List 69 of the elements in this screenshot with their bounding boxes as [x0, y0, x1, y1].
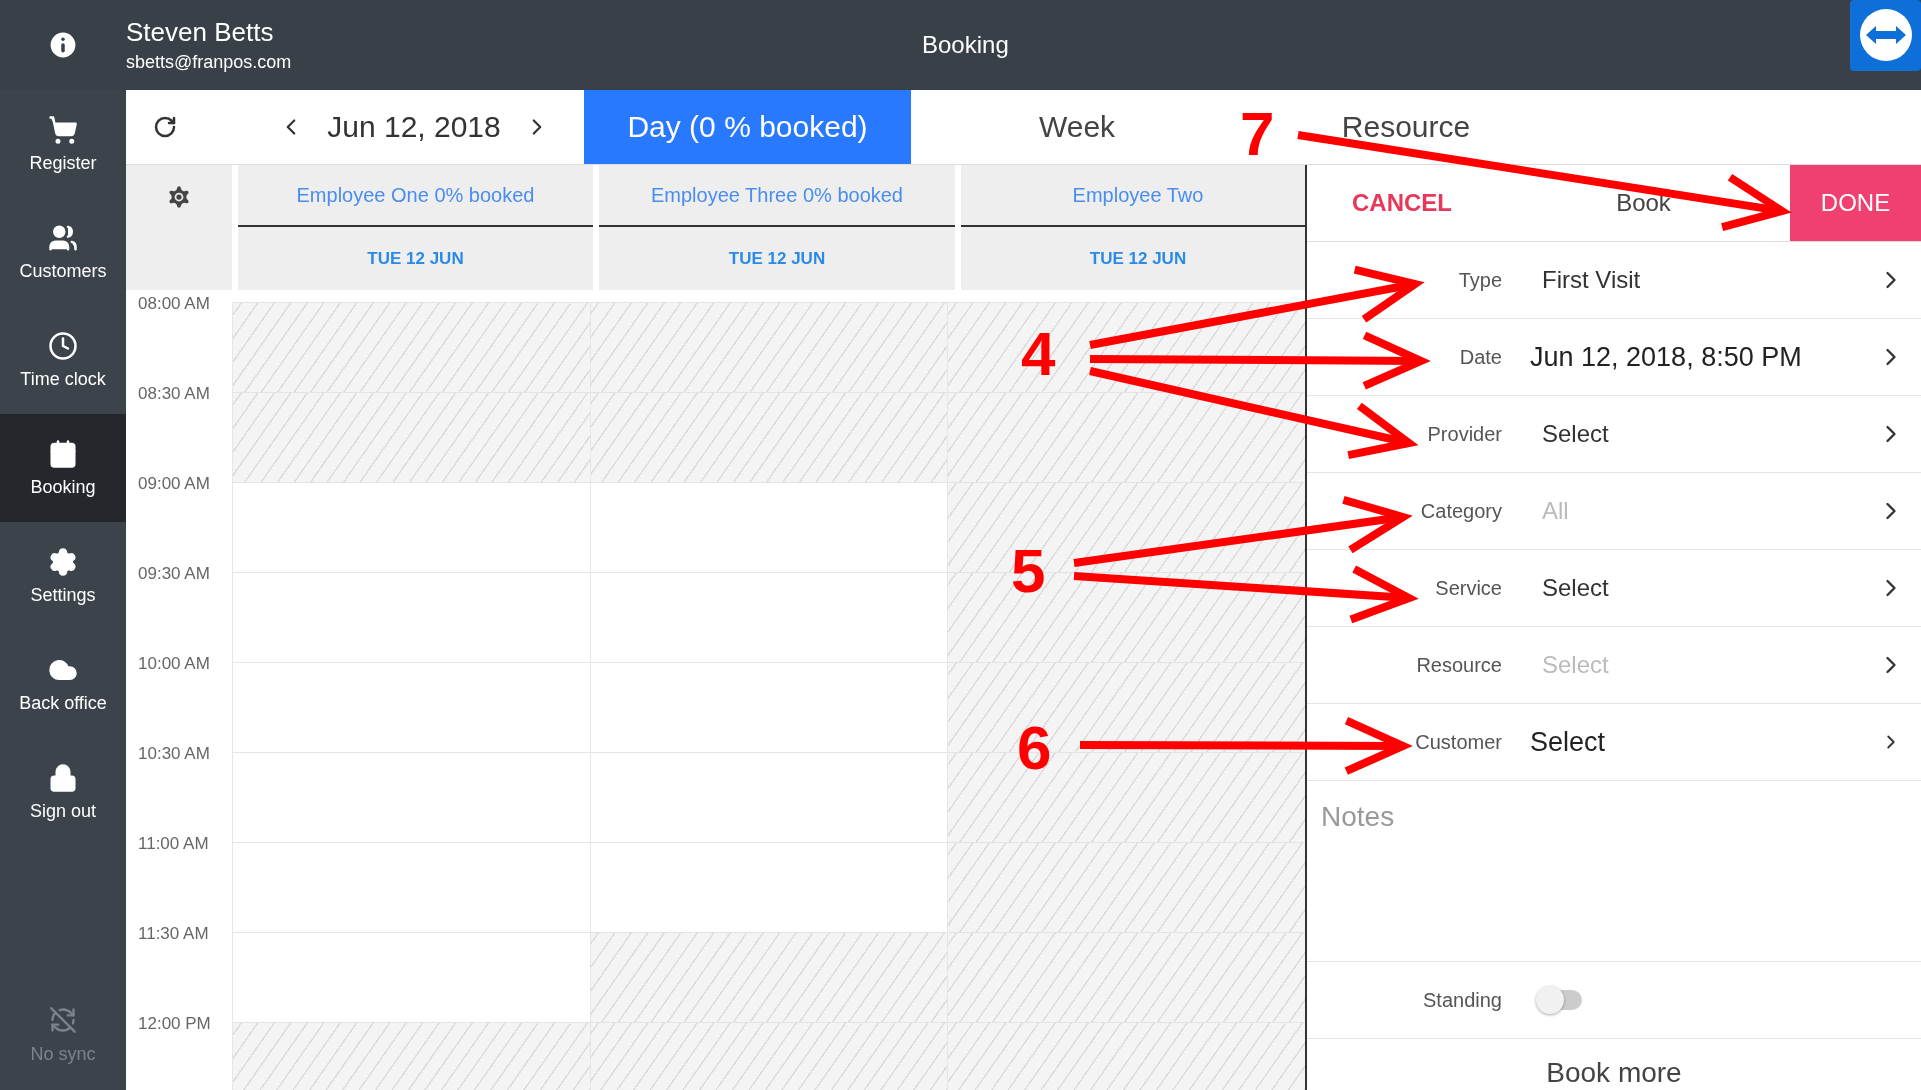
user-email: sbetts@franpos.com: [126, 52, 293, 73]
done-button[interactable]: DONE: [1790, 165, 1921, 241]
column-date: TUE 12 JUN: [1088, 247, 1188, 270]
field-value: Select: [1530, 726, 1607, 758]
sidebar-item[interactable]: Sign out: [0, 738, 126, 846]
view-tab[interactable]: Day (0 % booked): [584, 90, 911, 164]
user-name: Steven Betts: [126, 17, 275, 48]
sidebar-item[interactable]: Settings: [0, 522, 126, 630]
sidebar-label: Back office: [19, 692, 107, 714]
time-label: 08:00 AM: [137, 294, 211, 315]
sync-label: No sync: [30, 1043, 96, 1065]
field-label: Category: [1419, 499, 1502, 523]
field-value: Select: [1542, 651, 1610, 679]
book-more-button[interactable]: Book more: [1307, 1039, 1921, 1090]
clock-icon: [48, 330, 78, 361]
form-row[interactable]: Service Select: [1307, 550, 1921, 627]
time-label: 08:30 AM: [137, 384, 211, 405]
time-label: 10:00 AM: [137, 654, 211, 675]
field-label: Customer: [1414, 730, 1502, 754]
form-row[interactable]: Date Jun 12, 2018, 8:50 PM: [1307, 319, 1921, 396]
calendar-icon: [48, 438, 78, 469]
sync-off-icon: [49, 1005, 77, 1034]
sidebar-label: Booking: [30, 476, 96, 498]
page-title: Booking: [922, 31, 1009, 59]
field-label: Resource: [1415, 653, 1502, 677]
field-label: Date: [1458, 345, 1502, 369]
sidebar-item[interactable]: Register: [0, 90, 126, 198]
time-slot[interactable]: [947, 392, 1305, 482]
form-row[interactable]: Category All: [1307, 473, 1921, 550]
panel-title: Book: [1615, 188, 1672, 218]
sidebar-item[interactable]: Customers: [0, 198, 126, 306]
annotation-number: 4: [1021, 323, 1056, 385]
sidebar-item[interactable]: Back office: [0, 630, 126, 738]
time-label: 11:30 AM: [137, 924, 210, 945]
annotation-number: 5: [1011, 540, 1046, 602]
annotation-number: 6: [1017, 717, 1052, 779]
cart-icon: [48, 114, 78, 145]
settings-icon: [48, 546, 78, 577]
sidebar-item[interactable]: Booking: [0, 414, 126, 522]
time-label: 12:00 PM: [137, 1014, 212, 1035]
cancel-button[interactable]: CANCEL: [1307, 165, 1497, 241]
refresh-icon[interactable]: [153, 115, 177, 139]
form-row[interactable]: Type First Visit: [1307, 242, 1921, 319]
field-value: All: [1542, 497, 1570, 525]
sidebar-label: Settings: [30, 584, 96, 606]
sidebar-label: Register: [29, 152, 97, 174]
field-label: Service: [1434, 576, 1502, 600]
form-row[interactable]: Resource Select: [1307, 627, 1921, 704]
sidebar-label: Sign out: [29, 800, 97, 822]
field-value: Select: [1542, 574, 1610, 602]
time-label: 09:30 AM: [137, 564, 211, 585]
field-label: Provider: [1426, 422, 1502, 446]
standing-label: Standing: [1422, 988, 1502, 1012]
sidebar-label: Customers: [19, 260, 107, 282]
field-value: Jun 12, 2018, 8:50 PM: [1530, 341, 1803, 373]
time-label: 09:00 AM: [137, 474, 211, 495]
current-date: Jun 12, 2018: [326, 110, 502, 144]
time-label: 11:00 AM: [137, 834, 210, 855]
sidebar-label: Time clock: [20, 368, 106, 390]
lock-icon: [48, 762, 78, 793]
field-value: Select: [1542, 420, 1610, 448]
annotation-number: 7: [1240, 103, 1275, 165]
form-row[interactable]: Provider Select: [1307, 396, 1921, 473]
field-label: Type: [1457, 268, 1502, 292]
time-label: 10:30 AM: [137, 744, 211, 765]
column-date: TUE 12 JUN: [366, 247, 465, 270]
sidebar-item[interactable]: Time clock: [0, 306, 126, 414]
field-value: First Visit: [1542, 266, 1642, 294]
column-date: TUE 12 JUN: [727, 247, 827, 270]
